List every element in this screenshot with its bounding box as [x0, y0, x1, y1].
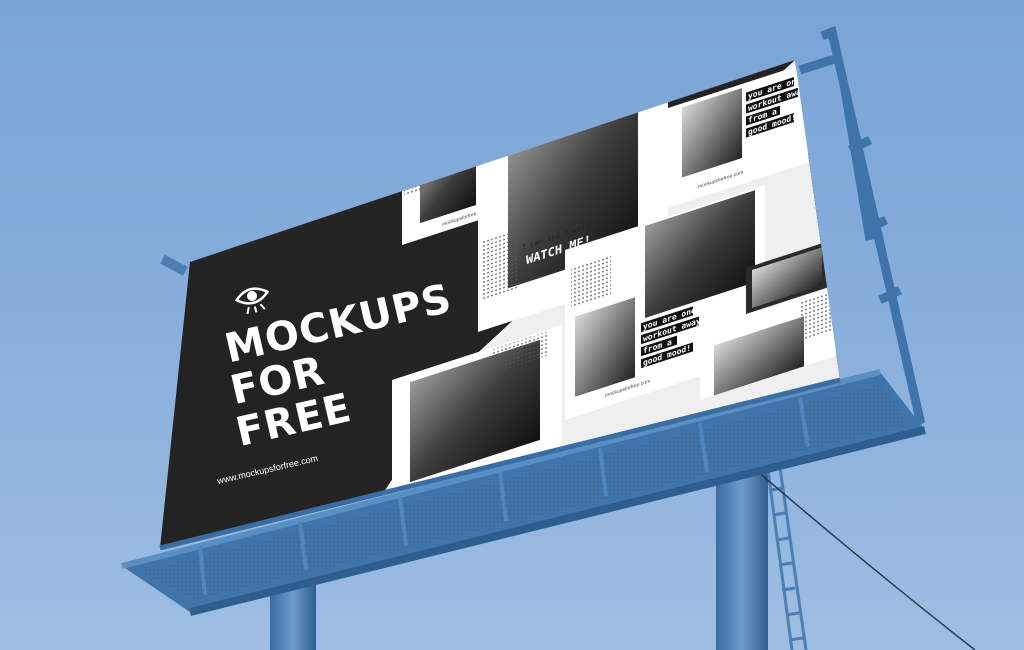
left-bracket: [160, 254, 188, 276]
billboard-scene: mockupsforfree.com you are one workout a…: [121, 25, 976, 650]
ladder: [766, 467, 808, 650]
